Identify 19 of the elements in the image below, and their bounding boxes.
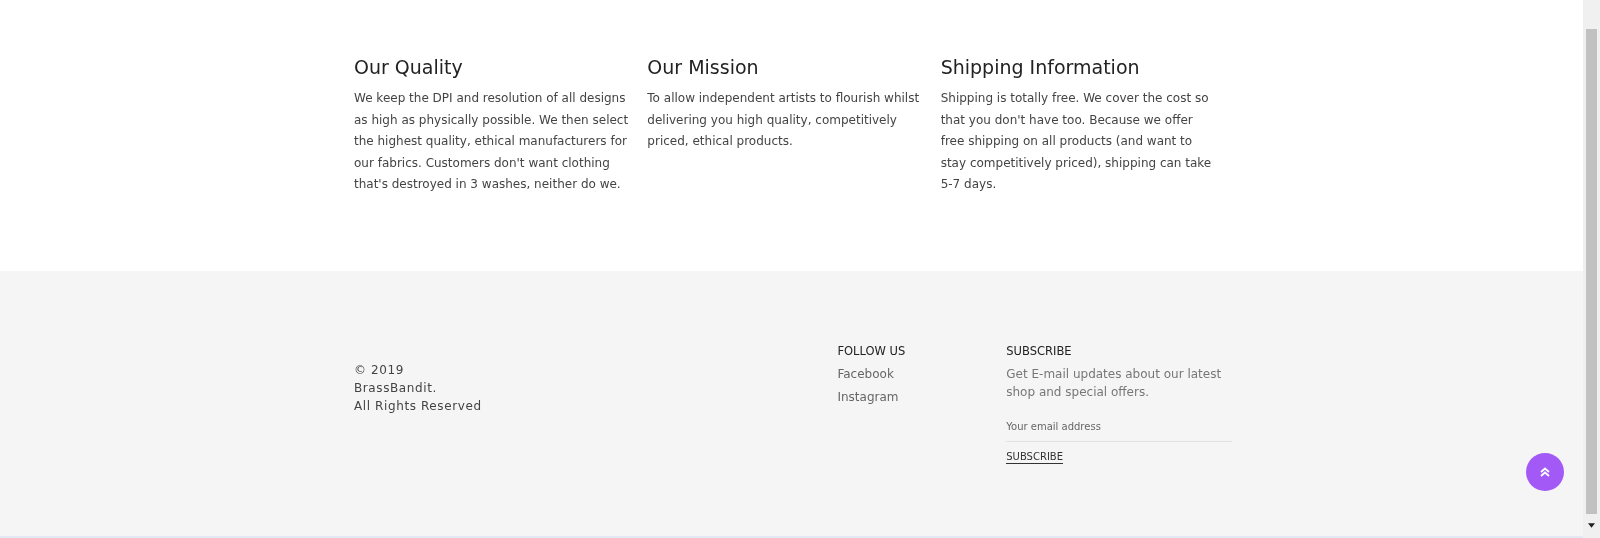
copyright-text: © 2019	[354, 362, 404, 379]
double-chevron-up-icon	[1539, 466, 1551, 478]
copyright-text: BrassBandit.	[354, 380, 437, 397]
section-text: We keep the DPI and resolution of all designs as high as physically possible. We then select the highest quality, ethical manufacturers for our fabrics. Customers don't want clothing that's destroyed in 3 washes, neither do we.	[354, 90, 630, 193]
social-link[interactable]: Facebook	[837, 367, 894, 381]
copyright-text: All Rights Reserved	[354, 398, 482, 415]
subscribe-text: Get E-mail updates about our latest shop and special offers.	[1006, 366, 1223, 401]
email-field[interactable]: Your email address	[1006, 417, 1233, 442]
section-heading: Shipping Information	[940, 56, 1140, 78]
scrollbar-thumb[interactable]	[1586, 29, 1597, 514]
section-text: Shipping is totally free. We cover the cost so that you don't have too. Because we offer free shipping on all products (and want to stay competitively priced), shipping can take 5-7 days.	[940, 90, 1213, 193]
caret-down-icon[interactable]	[1588, 523, 1595, 528]
social-link[interactable]: Instagram	[837, 390, 899, 404]
footer-heading: FOLLOW US	[837, 344, 906, 358]
section-heading: Our Quality	[354, 56, 463, 78]
footer-heading: SUBSCRIBE	[1006, 344, 1072, 358]
section-text: To allow independent artists to flourish whilst delivering you high quality, competitively priced, ethical products.	[647, 90, 921, 150]
subscribe-link[interactable]: SUBSCRIBE	[1006, 450, 1064, 464]
section-heading: Our Mission	[647, 56, 759, 78]
